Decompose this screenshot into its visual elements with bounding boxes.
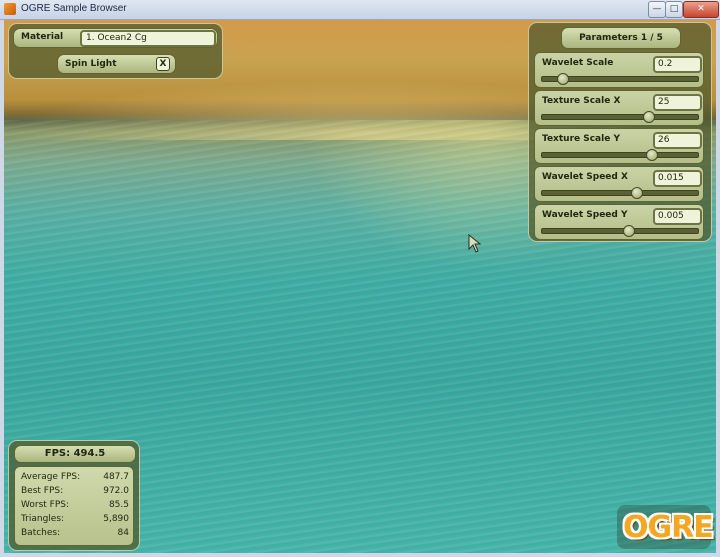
- fps-readout[interactable]: FPS: 494.5: [14, 445, 136, 463]
- stat-row: Batches: 84: [21, 528, 129, 541]
- window-titlebar: OGRE Sample Browser — □ ✕: [0, 0, 720, 20]
- stat-value: 85.5: [108, 500, 129, 510]
- stat-value: 487.7: [103, 472, 129, 482]
- mouse-cursor-icon: [468, 234, 482, 253]
- slider-wavelet-speed-y: Wavelet Speed Y 0.005: [534, 204, 704, 240]
- slider-wavelet-speed-x: Wavelet Speed X 0.015: [534, 166, 704, 202]
- slider-texture-scale-x: Texture Scale X 25: [534, 90, 704, 126]
- slider-thumb[interactable]: [557, 73, 570, 85]
- material-panel: Material 1. Ocean2 Cg Spin Light X: [8, 23, 223, 79]
- material-dropdown[interactable]: 1. Ocean2 Cg: [80, 30, 216, 47]
- parameters-page-header[interactable]: Parameters 1 / 5: [561, 27, 681, 49]
- slider-label: Wavelet Scale: [542, 58, 614, 68]
- slider-label: Texture Scale X: [542, 96, 621, 106]
- window-title: OGRE Sample Browser: [21, 3, 127, 14]
- slider-label: Texture Scale Y: [542, 134, 620, 144]
- slider-track[interactable]: [541, 225, 699, 237]
- material-selector[interactable]: Material 1. Ocean2 Cg: [13, 28, 218, 48]
- slider-value-field[interactable]: 0.005: [653, 208, 702, 225]
- maximize-button[interactable]: □: [665, 1, 683, 18]
- minimize-button[interactable]: —: [648, 1, 666, 18]
- stat-value: 5,890: [103, 514, 129, 524]
- slider-label: Wavelet Speed Y: [542, 210, 628, 220]
- slider-wavelet-scale: Wavelet Scale 0.2: [534, 52, 704, 88]
- stat-value: 84: [117, 528, 129, 538]
- close-button[interactable]: ✕: [683, 1, 719, 18]
- spin-light-label: Spin Light: [65, 59, 117, 69]
- spin-light-check-icon[interactable]: X: [156, 57, 170, 71]
- slider-track[interactable]: [541, 73, 699, 85]
- ogre-logo-text: OGRE: [623, 510, 714, 545]
- stat-row: Best FPS: 972.0: [21, 486, 129, 499]
- stats-panel: FPS: 494.5 Average FPS: 487.7 Best FPS: 97…: [8, 440, 140, 551]
- slider-track[interactable]: [541, 111, 699, 123]
- stat-label: Worst FPS:: [21, 500, 70, 510]
- stat-label: Best FPS:: [21, 486, 64, 496]
- stat-value: 972.0: [103, 486, 129, 496]
- stat-row: Worst FPS: 85.5: [21, 500, 129, 513]
- slider-thumb[interactable]: [622, 225, 635, 237]
- stat-label: Average FPS:: [21, 472, 81, 482]
- slider-thumb[interactable]: [646, 149, 659, 161]
- slider-thumb[interactable]: [643, 111, 656, 123]
- ogre-app-icon: [4, 3, 16, 15]
- slider-thumb[interactable]: [630, 187, 643, 199]
- stat-label: Triangles:: [21, 514, 65, 524]
- ogre-logo: OGRE: [617, 505, 714, 549]
- slider-label: Wavelet Speed X: [542, 172, 628, 182]
- slider-value-field[interactable]: 0.2: [653, 56, 702, 73]
- stat-row: Average FPS: 487.7: [21, 472, 129, 485]
- slider-track[interactable]: [541, 149, 699, 161]
- slider-value-field[interactable]: 26: [653, 132, 702, 149]
- material-label: Material: [21, 32, 64, 42]
- parameters-panel: Parameters 1 / 5 Wavelet Scale 0.2 Textu…: [528, 22, 712, 242]
- slider-texture-scale-y: Texture Scale Y 26: [534, 128, 704, 164]
- stat-label: Batches:: [21, 528, 61, 538]
- slider-track[interactable]: [541, 187, 699, 199]
- slider-value-field[interactable]: 0.015: [653, 170, 702, 187]
- stat-row: Triangles: 5,890: [21, 514, 129, 527]
- spin-light-checkbox[interactable]: Spin Light X: [57, 54, 176, 74]
- slider-value-field[interactable]: 25: [653, 94, 702, 111]
- stats-details: Average FPS: 487.7 Best FPS: 972.0 Worst F…: [14, 466, 134, 546]
